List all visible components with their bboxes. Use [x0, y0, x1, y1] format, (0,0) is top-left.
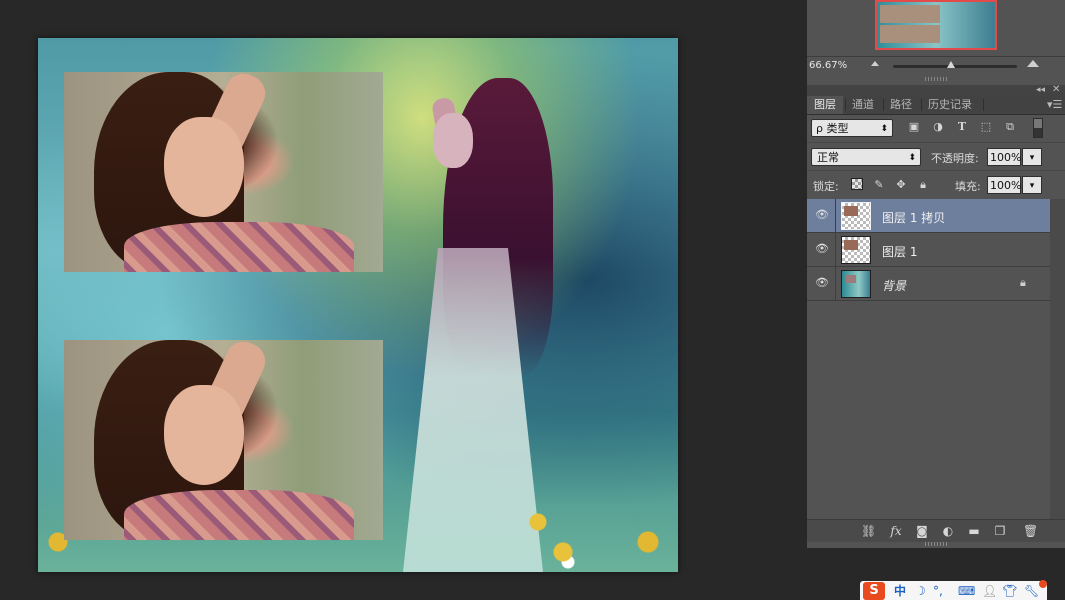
chevron-updown-icon: ⬍ [908, 153, 916, 163]
new-layer-icon[interactable]: ❐ [993, 524, 1007, 538]
lock-all-icon[interactable]: 🔒︎ [916, 178, 930, 192]
collapse-panel-icon[interactable]: ◂◂ [1036, 85, 1045, 95]
fill-dropdown-button[interactable]: ▾ [1022, 176, 1042, 194]
ime-punctuation-icon[interactable]: °, [933, 583, 943, 599]
ime-tools-wrench-icon[interactable]: 🔧︎ [1024, 583, 1039, 599]
ime-toolbar: S 中 ☽ °, ⌨ 👤︎ 👕︎ 🔧︎ [860, 580, 1047, 600]
tab-layers[interactable]: 图层 [807, 96, 843, 114]
filter-shape-layer-icon[interactable]: ⬚ [979, 120, 993, 134]
layers-bottom-toolbar: ⛓ fx ◙ ◐ ▬ ❐ 🗑︎ [807, 519, 1065, 542]
layer-name[interactable]: 图层 1 [882, 243, 917, 260]
panel-tabs: 图层 通道 路径 历史记录 ▾☰ [807, 96, 1065, 115]
filter-kind-label: ρ 类型 [816, 122, 849, 135]
right-panel-dock: 66.67% ◂◂ ✕ 图层 通道 路径 历史记录 ▾☰ ρ 类型 ⬍ ▣ ◑ … [807, 0, 1065, 548]
fill-input[interactable]: 100% [987, 176, 1021, 194]
zoom-out-mountain-icon[interactable] [871, 61, 879, 66]
panel-header-bar: ◂◂ ✕ [807, 84, 1065, 96]
portrait-floral-top [124, 490, 354, 540]
visibility-eye-icon[interactable]: 👁︎ [815, 209, 829, 220]
layer-thumbnail [841, 270, 871, 298]
adjustment-layer-icon[interactable]: ◐ [941, 524, 955, 538]
eye-divider [835, 267, 836, 301]
layers-list: 👁︎ 图层 1 拷贝 👁︎ 图层 1 👁︎ 背景 🔒︎ [807, 199, 1050, 519]
lock-image-pixels-brush-icon[interactable]: ✎ [872, 178, 886, 192]
eye-divider [835, 199, 836, 233]
tab-channels[interactable]: 通道 [845, 96, 881, 114]
filter-adjustment-layer-icon[interactable]: ◑ [931, 120, 945, 134]
layer-copy-photo[interactable] [64, 72, 383, 272]
layer-row[interactable]: 👁︎ 背景 🔒︎ [807, 267, 1050, 301]
layer-style-fx-icon[interactable]: fx [889, 524, 903, 538]
eye-divider [835, 233, 836, 267]
resize-grip[interactable] [925, 77, 947, 81]
document-canvas[interactable] [38, 38, 678, 572]
new-group-folder-icon[interactable]: ▬ [967, 524, 981, 538]
close-panel-icon[interactable]: ✕ [1052, 84, 1060, 95]
layer-filter-row: ρ 类型 ⬍ ▣ ◑ T ⬚ ⧉ [807, 114, 1065, 142]
filter-toggle-switch[interactable] [1033, 118, 1043, 138]
link-layers-icon[interactable]: ⛓ [861, 524, 876, 538]
opacity-dropdown-button[interactable]: ▾ [1022, 148, 1042, 166]
blend-row: 正常 ⬍ 不透明度: 100% ▾ [807, 142, 1065, 171]
ime-skin-shirt-icon[interactable]: 👕︎ [1002, 583, 1017, 599]
blend-mode-select[interactable]: 正常 ⬍ [811, 148, 921, 166]
visibility-eye-icon[interactable]: 👁︎ [815, 277, 829, 288]
tab-history[interactable]: 历史记录 [921, 96, 979, 114]
document-workspace [0, 0, 807, 600]
ime-keyboard-icon[interactable]: ⌨ [958, 583, 975, 599]
layer-1-photo[interactable] [64, 340, 383, 540]
add-mask-icon[interactable]: ◙ [915, 524, 929, 538]
opacity-label: 不透明度: [931, 152, 979, 165]
ime-mode-chinese[interactable]: 中 [894, 583, 906, 599]
ime-user-icon[interactable]: 👤︎ [982, 583, 997, 599]
canvas-figure-face [433, 113, 473, 168]
navigator-zoom-bar: 66.67% [807, 56, 1065, 77]
filter-smart-object-icon[interactable]: ⧉ [1003, 120, 1017, 134]
layer-thumbnail [841, 202, 871, 230]
tab-divider [983, 99, 984, 111]
navigator-mini-photo [880, 5, 940, 23]
filter-kind-select[interactable]: ρ 类型 ⬍ [811, 119, 893, 137]
resize-grip[interactable] [925, 542, 947, 546]
portrait-face [164, 385, 244, 485]
panel-menu-icon[interactable]: ▾☰ [1047, 98, 1062, 111]
tab-paths[interactable]: 路径 [883, 96, 919, 114]
layer-locked-icon: 🔒︎ [1020, 276, 1026, 289]
lock-label: 锁定: [813, 180, 839, 193]
zoom-in-mountain-icon[interactable] [1027, 60, 1039, 67]
navigator-mini-photo [880, 25, 940, 43]
blend-mode-value: 正常 [817, 151, 839, 164]
layer-name[interactable]: 背景 [882, 277, 906, 294]
chevron-updown-icon: ⬍ [880, 124, 888, 134]
zoom-slider-thumb[interactable] [947, 61, 955, 68]
fill-label: 填充: [955, 180, 981, 193]
opacity-input[interactable]: 100% [987, 148, 1021, 166]
layer-name[interactable]: 图层 1 拷贝 [882, 209, 945, 226]
sogou-logo-icon[interactable]: S [863, 582, 885, 600]
lock-transparent-pixels-icon[interactable] [850, 178, 864, 192]
lock-row: 锁定: ✎ ✥ 🔒︎ 填充: 100% ▾ [807, 170, 1065, 200]
portrait-face [164, 117, 244, 217]
lock-position-move-icon[interactable]: ✥ [894, 178, 908, 192]
layer-row[interactable]: 👁︎ 图层 1 拷贝 [807, 199, 1050, 233]
portrait-floral-top [124, 222, 354, 272]
filter-pixel-layer-icon[interactable]: ▣ [907, 120, 921, 134]
layers-scrollbar[interactable] [1050, 199, 1065, 519]
visibility-eye-icon[interactable]: 👁︎ [815, 243, 829, 254]
zoom-level[interactable]: 66.67% [809, 60, 847, 71]
filter-type-layer-icon[interactable]: T [955, 120, 969, 134]
layer-thumbnail [841, 236, 871, 264]
layer-row[interactable]: 👁︎ 图层 1 [807, 233, 1050, 267]
navigator-thumbnail[interactable] [875, 0, 997, 50]
ime-notification-dot [1039, 580, 1047, 588]
ime-moon-icon[interactable]: ☽ [915, 583, 926, 599]
delete-layer-trash-icon[interactable]: 🗑︎ [1023, 524, 1038, 538]
zoom-slider-track[interactable] [893, 65, 1017, 68]
